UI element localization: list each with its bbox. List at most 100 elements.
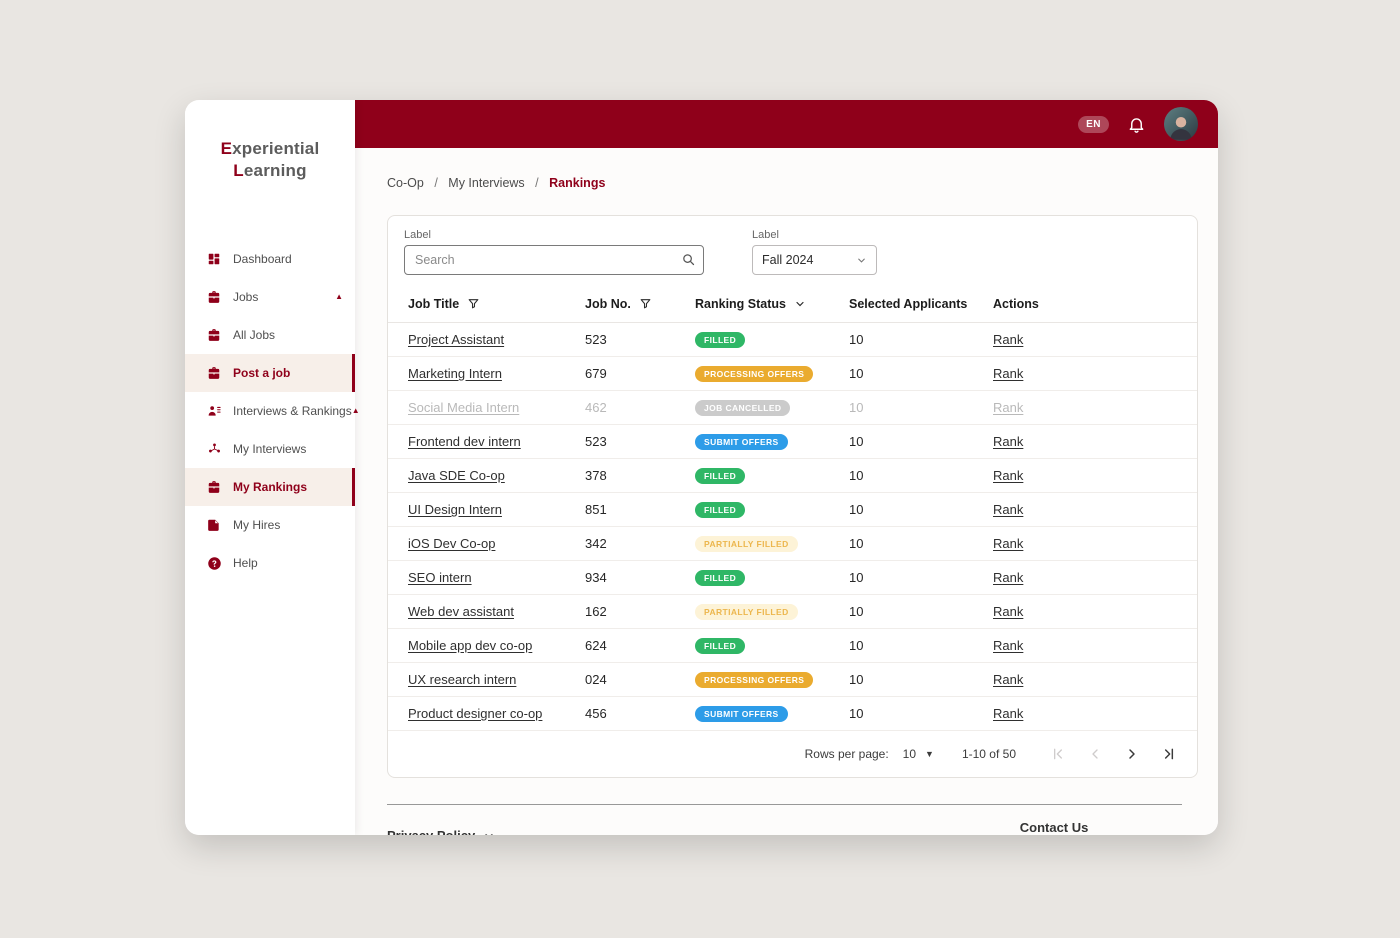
breadcrumb-separator: / <box>535 176 539 190</box>
job-title-link[interactable]: UX research intern <box>408 672 516 687</box>
last-page-button[interactable] <box>1161 746 1177 762</box>
app-window: Experiential Learning Dashboard Jobs ▲ A… <box>185 100 1218 835</box>
chevron-down-icon <box>485 833 493 835</box>
table-row: Web dev assistant 162 PARTIALLY FILLED 1… <box>388 595 1197 629</box>
next-page-button[interactable] <box>1124 746 1140 762</box>
table-row: iOS Dev Co-op 342 PARTIALLY FILLED 10 Ra… <box>388 527 1197 561</box>
rank-link[interactable]: Rank <box>993 434 1023 449</box>
job-title-link[interactable]: Project Assistant <box>408 332 504 347</box>
breadcrumb-separator: / <box>434 176 438 190</box>
term-select-value: Fall 2024 <box>762 253 814 267</box>
job-title-link[interactable]: Marketing Intern <box>408 366 502 381</box>
rank-link[interactable]: Rank <box>993 468 1023 483</box>
job-number: 342 <box>585 536 607 551</box>
sidebar-item-dashboard[interactable]: Dashboard <box>185 240 355 278</box>
topbar: EN <box>355 100 1218 148</box>
logo-text: E <box>220 139 233 158</box>
sidebar-item-my-hires[interactable]: My Hires <box>185 506 355 544</box>
job-title-link[interactable]: Product designer co-op <box>408 706 542 721</box>
search-label: Label <box>404 229 431 241</box>
rank-link[interactable]: Rank <box>993 638 1023 653</box>
caret-down-icon: ▼ <box>925 749 934 759</box>
rank-link[interactable]: Rank <box>993 400 1023 415</box>
avatar[interactable] <box>1164 107 1198 141</box>
collapse-up-icon[interactable]: ▲ <box>352 407 360 415</box>
rank-link[interactable]: Rank <box>993 706 1023 721</box>
table-row: SEO intern 934 FILLED 10 Rank <box>388 561 1197 595</box>
sidebar-item-label: Jobs <box>233 290 259 305</box>
sidebar-item-label: Interviews & Rankings <box>233 404 352 419</box>
selected-applicants-count: 10 <box>849 672 864 687</box>
contact-title: Contact Us <box>1019 820 1089 835</box>
sidebar: Experiential Learning Dashboard Jobs ▲ A… <box>185 100 360 835</box>
job-title-link[interactable]: UI Design Intern <box>408 502 502 517</box>
job-title-link[interactable]: SEO intern <box>408 570 472 585</box>
selected-applicants-count: 10 <box>849 400 864 415</box>
table-row: Marketing Intern 679 PROCESSING OFFERS 1… <box>388 357 1197 391</box>
language-badge[interactable]: EN <box>1078 115 1109 133</box>
sidebar-item-my-rankings[interactable]: My Rankings <box>185 468 355 507</box>
sidebar-item-help[interactable]: Help <box>185 544 355 582</box>
previous-page-button[interactable] <box>1087 746 1103 762</box>
selected-applicants-count: 10 <box>849 332 864 347</box>
table-row: UI Design Intern 851 FILLED 10 Rank <box>388 493 1197 527</box>
breadcrumb-co-op[interactable]: Co-Op <box>387 176 424 190</box>
sidebar-item-all-jobs[interactable]: All Jobs <box>185 316 355 354</box>
status-badge: JOB CANCELLED <box>695 400 791 416</box>
privacy-policy-link[interactable]: Privacy Policy <box>387 820 495 835</box>
rank-link[interactable]: Rank <box>993 570 1023 585</box>
job-title-link[interactable]: iOS Dev Co-op <box>408 536 495 551</box>
footer: Privacy Policy Contact Us Tel.: 613-562-… <box>387 804 1182 835</box>
filter-icon[interactable] <box>639 297 652 310</box>
notifications-bell-icon[interactable] <box>1127 115 1146 134</box>
sidebar-item-interviews-rankings[interactable]: Interviews & Rankings ▲ <box>185 392 360 430</box>
status-badge: FILLED <box>695 570 746 586</box>
job-number: 679 <box>585 366 607 381</box>
rank-link[interactable]: Rank <box>993 536 1023 551</box>
selected-applicants-count: 10 <box>849 502 864 517</box>
app-logo: Experiential Learning <box>220 139 320 181</box>
status-badge: FILLED <box>695 468 746 484</box>
search-input[interactable] <box>404 245 704 275</box>
job-number: 523 <box>585 332 607 347</box>
selected-applicants-count: 10 <box>849 434 864 449</box>
rankings-card: Label Label Fall 2024 <box>387 215 1198 778</box>
person-list-icon <box>207 404 224 418</box>
term-filter-group: Label Fall 2024 <box>752 229 877 275</box>
job-title-link[interactable]: Web dev assistant <box>408 604 514 619</box>
rows-per-page-label: Rows per page: <box>804 747 889 761</box>
rank-link[interactable]: Rank <box>993 366 1023 381</box>
rank-link[interactable]: Rank <box>993 672 1023 687</box>
sidebar-item-post-a-job[interactable]: Post a job <box>185 354 355 393</box>
filter-icon[interactable] <box>467 297 480 310</box>
job-title-link[interactable]: Social Media Intern <box>408 400 519 415</box>
job-number: 851 <box>585 502 607 517</box>
status-badge: PROCESSING OFFERS <box>695 366 814 382</box>
job-title-link[interactable]: Java SDE Co-op <box>408 468 505 483</box>
sidebar-item-my-interviews[interactable]: My Interviews <box>185 430 355 468</box>
table-row: Social Media Intern 462 JOB CANCELLED 10… <box>388 391 1197 425</box>
breadcrumb-my-interviews[interactable]: My Interviews <box>448 176 524 190</box>
job-title-link[interactable]: Mobile app dev co-op <box>408 638 532 653</box>
search-icon[interactable] <box>681 252 696 272</box>
status-badge: PARTIALLY FILLED <box>695 536 798 552</box>
table-row: Java SDE Co-op 378 FILLED 10 Rank <box>388 459 1197 493</box>
rank-link[interactable]: Rank <box>993 332 1023 347</box>
sort-chevron-down-icon[interactable] <box>794 298 806 310</box>
rows-per-page-select[interactable]: 10 ▼ <box>903 747 934 761</box>
table-row: Frontend dev intern 523 SUBMIT OFFERS 10… <box>388 425 1197 459</box>
breadcrumb-rankings: Rankings <box>549 176 606 190</box>
job-title-link[interactable]: Frontend dev intern <box>408 434 521 449</box>
table-row: Project Assistant 523 FILLED 10 Rank <box>388 323 1197 357</box>
sidebar-item-jobs[interactable]: Jobs ▲ <box>185 278 355 316</box>
pagination-range: 1-10 of 50 <box>961 747 1016 761</box>
term-select[interactable]: Fall 2024 <box>752 245 877 275</box>
collapse-up-icon[interactable]: ▲ <box>335 293 343 301</box>
rank-link[interactable]: Rank <box>993 502 1023 517</box>
selected-applicants-count: 10 <box>849 706 864 721</box>
column-job-no: Job No. <box>585 297 695 311</box>
selected-applicants-count: 10 <box>849 604 864 619</box>
rank-link[interactable]: Rank <box>993 604 1023 619</box>
sidebar-item-label: Post a job <box>233 366 291 381</box>
first-page-button[interactable] <box>1050 746 1066 762</box>
